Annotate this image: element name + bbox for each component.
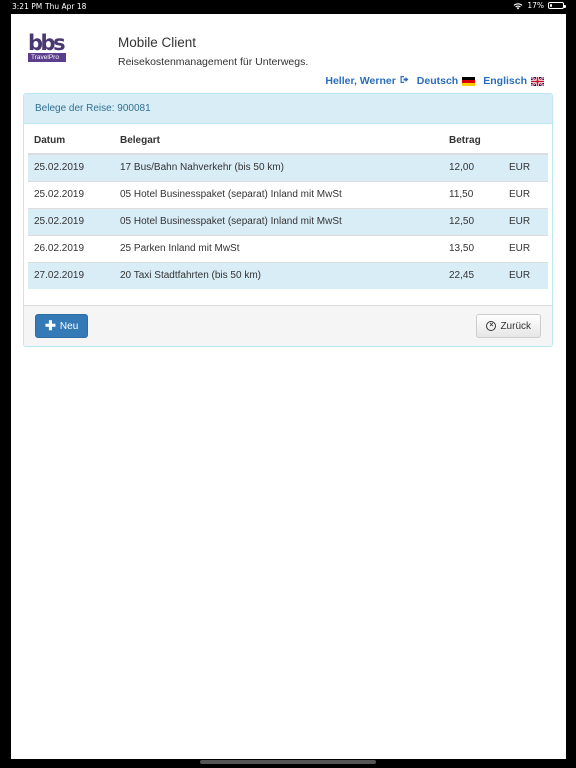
cell-amount: 13,50 — [443, 234, 503, 262]
cell-amount: 22,45 — [443, 261, 503, 289]
table-row[interactable]: 25.02.2019 05 Hotel Businesspaket (separ… — [28, 180, 548, 208]
cell-type: 20 Taxi Stadtfahrten (bis 50 km) — [114, 261, 443, 289]
language-de-link[interactable]: Deutsch — [416, 75, 476, 87]
cell-type: 05 Hotel Businesspaket (separat) Inland … — [114, 180, 443, 208]
receipts-table: Datum Belegart Betrag 25.02.2019 17 Bus/… — [28, 128, 548, 289]
language-en-label: Englisch — [483, 75, 527, 87]
user-logout-link[interactable]: Heller, Werner — [325, 75, 409, 87]
language-de-label: Deutsch — [416, 75, 459, 87]
column-header-currency — [503, 128, 548, 155]
receipts-panel: Belege der Reise: 900081 Datum Belegart … — [23, 93, 553, 347]
column-header-datum: Datum — [28, 128, 114, 155]
cell-currency: EUR — [503, 234, 548, 262]
top-nav: Heller, Werner Deutsch Englisch — [325, 75, 545, 87]
battery-icon — [548, 2, 566, 9]
cell-currency: EUR — [503, 207, 548, 235]
column-header-betrag: Betrag — [443, 128, 503, 155]
language-en-link[interactable]: Englisch — [483, 75, 545, 87]
cell-currency: EUR — [503, 180, 548, 208]
cell-date: 26.02.2019 — [28, 234, 114, 262]
battery-percent: 17% — [527, 1, 544, 10]
column-header-belegart: Belegart — [114, 128, 443, 155]
cell-date: 25.02.2019 — [28, 153, 114, 181]
new-button-label: Neu — [59, 320, 79, 332]
status-date: Thu Apr 18 — [45, 2, 87, 11]
table-header-row: Datum Belegart Betrag — [28, 128, 548, 155]
table-row[interactable]: 26.02.2019 25 Parken Inland mit MwSt 13,… — [28, 234, 548, 262]
cell-currency: EUR — [503, 153, 548, 181]
app-subtitle: Reisekostenmanagement für Unterwegs. — [118, 56, 309, 68]
status-time: 3:21 PM — [12, 2, 43, 11]
german-flag-icon — [462, 76, 476, 86]
app-screen: bbs TravelPro Mobile Client Reisekostenm… — [11, 14, 566, 759]
table-row[interactable]: 25.02.2019 17 Bus/Bahn Nahverkehr (bis 5… — [28, 153, 548, 181]
cell-type: 17 Bus/Bahn Nahverkehr (bis 50 km) — [114, 153, 443, 181]
cell-currency: EUR — [503, 261, 548, 289]
cell-amount: 12,00 — [443, 153, 503, 181]
logout-icon — [400, 75, 409, 87]
table-wrapper: Datum Belegart Betrag 25.02.2019 17 Bus/… — [24, 124, 552, 289]
cell-amount: 12,50 — [443, 207, 503, 235]
status-right: 17% — [513, 1, 566, 10]
cell-date: 25.02.2019 — [28, 207, 114, 235]
table-row[interactable]: 25.02.2019 05 Hotel Businesspaket (separ… — [28, 207, 548, 235]
back-button[interactable]: × Zurück — [476, 314, 541, 338]
panel-heading: Belege der Reise: 900081 — [24, 94, 552, 124]
close-circle-icon: × — [486, 321, 497, 331]
wifi-icon — [513, 2, 523, 10]
new-button[interactable]: ✚ Neu — [35, 314, 89, 338]
app-title: Mobile Client — [118, 35, 197, 50]
panel-footer: ✚ Neu × Zurück — [24, 305, 552, 346]
table-row[interactable]: 27.02.2019 20 Taxi Stadtfahrten (bis 50 … — [28, 261, 548, 289]
uk-flag-icon — [530, 75, 545, 87]
cell-type: 05 Hotel Businesspaket (separat) Inland … — [114, 207, 443, 235]
cell-date: 27.02.2019 — [28, 261, 114, 289]
cell-type: 25 Parken Inland mit MwSt — [114, 234, 443, 262]
cell-amount: 11,50 — [443, 180, 503, 208]
back-button-label: Zurück — [500, 320, 531, 332]
cell-date: 25.02.2019 — [28, 180, 114, 208]
plus-icon: ✚ — [45, 318, 56, 333]
status-bar: 3:21 PM Thu Apr 18 17% — [0, 0, 576, 14]
bbs-logo: bbs TravelPro — [28, 31, 66, 63]
home-indicator[interactable] — [200, 760, 376, 764]
user-name: Heller, Werner — [325, 75, 396, 87]
logo-text: bbs — [28, 31, 66, 55]
